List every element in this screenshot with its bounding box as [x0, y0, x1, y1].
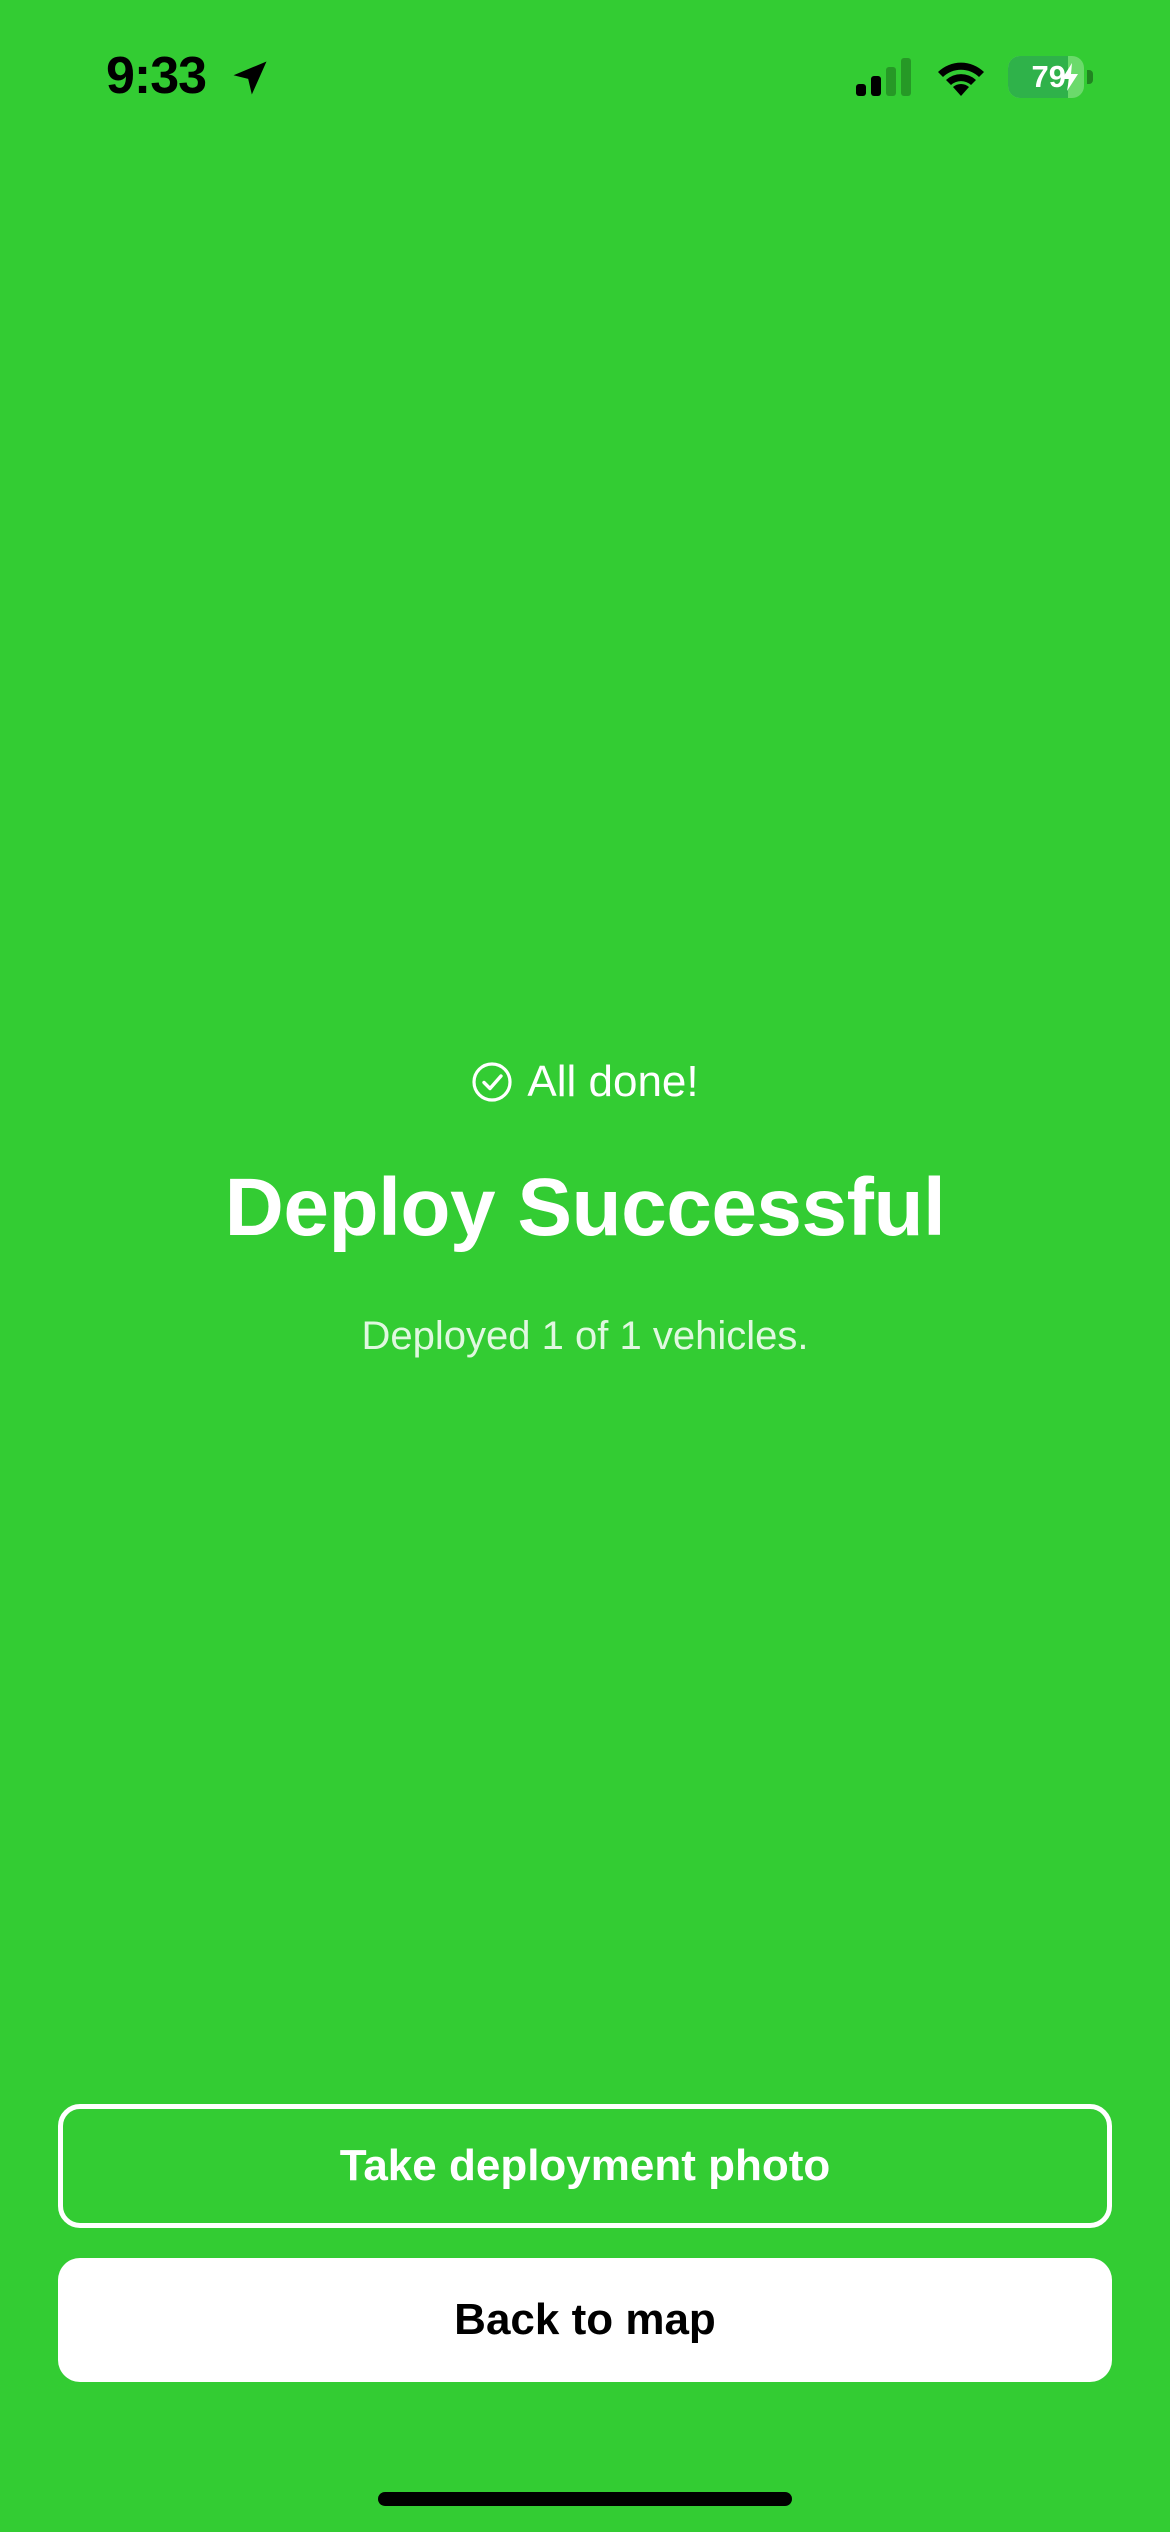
deploy-summary: Deployed 1 of 1 vehicles. — [361, 1314, 809, 1358]
location-arrow-icon — [233, 61, 267, 95]
battery-icon: 79 — [1008, 56, 1084, 98]
check-circle-icon — [472, 1062, 512, 1102]
battery-indicator: 79 — [1008, 56, 1094, 98]
status-row: All done! — [0, 1050, 1170, 1114]
page-title: Deploy Successful — [224, 1162, 946, 1253]
battery-percentage: 79 — [1031, 59, 1066, 94]
take-deployment-photo-button[interactable]: Take deployment photo — [58, 2104, 1112, 2228]
cellular-signal-icon — [856, 58, 911, 96]
wifi-icon — [938, 62, 984, 96]
battery-cap — [1087, 70, 1093, 84]
back-to-map-button[interactable]: Back to map — [58, 2258, 1112, 2382]
status-text: All done! — [527, 1057, 699, 1106]
status-bar: 9:33 79 — [0, 0, 1170, 150]
result-panel: All done! Deploy Successful Deployed 1 o… — [0, 1050, 1170, 1364]
charging-bolt-icon — [1062, 63, 1078, 91]
status-time: 9:33 — [106, 47, 207, 105]
home-indicator[interactable] — [378, 2492, 792, 2506]
